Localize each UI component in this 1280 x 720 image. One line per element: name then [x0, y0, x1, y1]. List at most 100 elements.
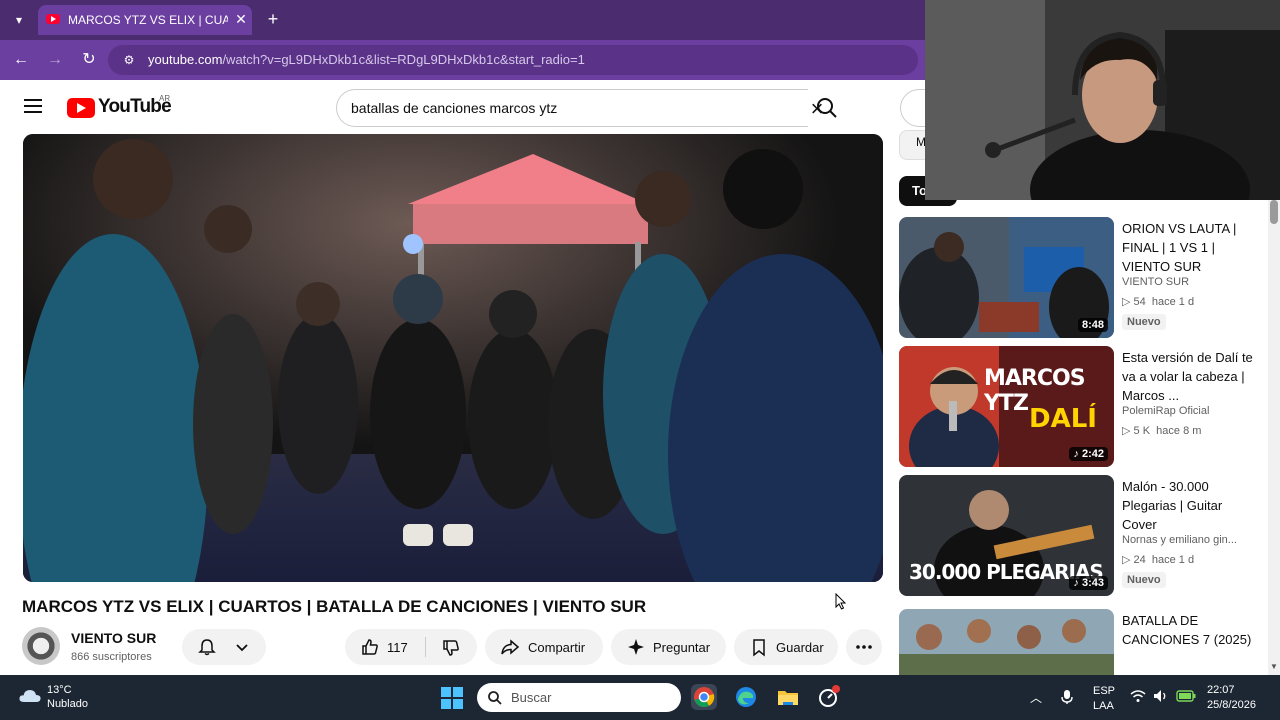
- play-count-icon: ▷: [1122, 425, 1134, 437]
- recommendation-title[interactable]: BATALLA DE CANCIONES 7 (2025): [1122, 611, 1257, 649]
- recommendation-views: 5 K: [1133, 425, 1151, 437]
- bell-icon: [198, 639, 216, 656]
- video-thumbnail[interactable]: [899, 609, 1114, 675]
- youtube-logo-icon[interactable]: [67, 98, 95, 118]
- tab-close-icon[interactable]: ✕: [231, 9, 251, 29]
- language-code[interactable]: ESP: [1093, 685, 1115, 697]
- video-player[interactable]: [23, 134, 883, 582]
- thumbnail-image: [899, 609, 1114, 675]
- like-count[interactable]: 117: [387, 640, 408, 655]
- more-horizontal-icon: [856, 645, 872, 649]
- sparkle-icon: [628, 639, 644, 655]
- channel-name[interactable]: VIENTO SUR: [71, 630, 156, 646]
- new-badge: Nuevo: [1122, 314, 1166, 330]
- video-title: MARCOS YTZ VS ELIX | CUARTOS | BATALLA D…: [22, 597, 647, 616]
- taskbar-search-placeholder: Buscar: [511, 690, 552, 705]
- recommendation-item[interactable]: 8:48 ORION VS LAUTA | FINAL | 1 VS 1 | V…: [897, 217, 1277, 341]
- video-duration: ♪ 2:42: [1069, 447, 1108, 461]
- scrollbar-thumb[interactable]: [1270, 200, 1278, 224]
- like-icon[interactable]: [360, 637, 380, 657]
- edge-taskbar-icon[interactable]: [733, 684, 759, 710]
- recommendations-sidebar: M To 8:48 ORION VS LAUTA | FINAL | 1 VS …: [897, 130, 1280, 675]
- recommendation-title[interactable]: Esta versión de Dalí te va a volar la ca…: [1122, 348, 1257, 405]
- video-thumbnail[interactable]: 8:48: [899, 217, 1114, 338]
- duration-text: 3:43: [1081, 577, 1104, 589]
- channel-avatar[interactable]: [22, 627, 60, 665]
- weather-description[interactable]: Nublado: [47, 698, 88, 710]
- taskbar-search-input[interactable]: Buscar: [477, 683, 681, 712]
- wifi-icon[interactable]: [1130, 689, 1146, 703]
- country-code: AR: [159, 94, 171, 103]
- recommendation-meta: ▷ 24 hace 1 d: [1122, 553, 1194, 566]
- webcam-overlay: [925, 0, 1280, 200]
- file-explorer-taskbar-icon[interactable]: [775, 684, 801, 710]
- recommendation-views: 24: [1133, 554, 1146, 566]
- save-button[interactable]: Guardar: [734, 629, 838, 665]
- recommendation-channel[interactable]: Nornas y emiliano gin...: [1122, 534, 1237, 546]
- share-button[interactable]: Compartir: [485, 629, 603, 665]
- volume-icon[interactable]: [1153, 689, 1169, 703]
- new-tab-button[interactable]: +: [262, 8, 284, 30]
- show-hidden-icons-icon[interactable]: ︿: [1030, 689, 1042, 706]
- keyboard-layout[interactable]: LAA: [1093, 700, 1114, 712]
- forward-button[interactable]: →: [44, 49, 66, 71]
- youtube-header: YouTube AR batallas de canciones marcos …: [0, 80, 925, 134]
- search-icon: [488, 691, 502, 705]
- back-button[interactable]: ←: [10, 49, 32, 71]
- recommendation-channel[interactable]: VIENTO SUR: [1122, 276, 1189, 288]
- search-input[interactable]: batallas de canciones marcos ytz ×: [336, 89, 823, 127]
- windows-start-icon[interactable]: [441, 687, 463, 709]
- tab-title: MARCOS YTZ VS ELIX | CUARTOS: [68, 13, 228, 27]
- ask-label: Preguntar: [653, 640, 711, 655]
- menu-icon[interactable]: [24, 99, 42, 113]
- url-text[interactable]: youtube.com/watch?v=gL9DHxDkb1c&list=RDg…: [148, 52, 585, 67]
- site-info-icon[interactable]: ⚙: [120, 51, 138, 69]
- save-label: Guardar: [776, 640, 824, 655]
- youtube-favicon-icon: [46, 14, 60, 24]
- address-bar[interactable]: ⚙ youtube.com/watch?v=gL9DHxDkb1c&list=R…: [108, 45, 918, 75]
- webcam-feed: [925, 0, 1280, 200]
- recommendation-age: hace 1 d: [1151, 296, 1195, 308]
- app-taskbar-icon[interactable]: [816, 684, 842, 710]
- shorts-icon: ♪: [1073, 448, 1082, 460]
- chevron-down-icon: [236, 644, 248, 652]
- browser-toolbar: ← → ↻ ⚙ youtube.com/watch?v=gL9DHxDkb1c&…: [0, 40, 925, 80]
- sidebar-top-chip[interactable]: M: [899, 130, 927, 160]
- video-duration: 8:48: [1077, 318, 1108, 332]
- recommendation-item[interactable]: 30.000 PLEGARIAS ♪ 3:43 Malón - 30.000 P…: [897, 475, 1277, 599]
- recommendation-title[interactable]: ORION VS LAUTA | FINAL | 1 VS 1 | VIENTO…: [1122, 219, 1257, 276]
- search-button[interactable]: [808, 89, 846, 127]
- mouse-cursor-icon: [835, 593, 847, 610]
- cloud-weather-icon[interactable]: [18, 687, 42, 703]
- scroll-down-arrow-icon[interactable]: ▼: [1268, 661, 1280, 673]
- active-tab[interactable]: MARCOS YTZ VS ELIX | CUARTOS ✕: [38, 5, 252, 35]
- clock-time[interactable]: 22:07: [1207, 684, 1235, 696]
- chrome-taskbar-icon[interactable]: [691, 684, 717, 710]
- recommendation-item[interactable]: BATALLA DE CANCIONES 7 (2025): [897, 609, 1277, 675]
- recommendation-channel[interactable]: PolemiRap Oficial: [1122, 405, 1209, 417]
- video-thumbnail[interactable]: MARCOS YTZ DALÍ ♪ 2:42: [899, 346, 1114, 467]
- recommendation-title[interactable]: Malón - 30.000 Plegarias | Guitar Cover: [1122, 477, 1257, 534]
- tab-search-button[interactable]: ▾: [8, 10, 30, 30]
- windows-taskbar: 13°C Nublado Buscar ︿ ESP LAA 22:07 25/8…: [0, 675, 1280, 720]
- like-dislike-group: 117: [345, 629, 477, 665]
- video-thumbnail[interactable]: 30.000 PLEGARIAS ♪ 3:43: [899, 475, 1114, 596]
- more-actions-button[interactable]: [846, 629, 882, 665]
- clock-date[interactable]: 25/8/2026: [1207, 699, 1256, 711]
- share-icon: [501, 639, 520, 655]
- shorts-icon: ♪: [1073, 577, 1082, 589]
- reload-button[interactable]: ↻: [78, 49, 100, 71]
- voice-search-button[interactable]: [900, 89, 925, 127]
- ask-button[interactable]: Preguntar: [611, 629, 726, 665]
- search-query-text: batallas de canciones marcos ytz: [351, 100, 558, 116]
- recommendation-views: 54: [1133, 296, 1146, 308]
- microphone-icon[interactable]: [1060, 689, 1074, 705]
- edge-icon: [736, 687, 756, 707]
- sidebar-scrollbar[interactable]: [1268, 200, 1280, 675]
- dislike-icon[interactable]: [441, 637, 461, 657]
- battery-icon[interactable]: [1176, 689, 1196, 703]
- recommendation-age: hace 8 m: [1156, 425, 1202, 437]
- weather-temperature[interactable]: 13°C: [47, 684, 72, 696]
- recommendation-item[interactable]: MARCOS YTZ DALÍ ♪ 2:42 Esta versión de D…: [897, 346, 1277, 470]
- subscription-bell-button[interactable]: [182, 629, 266, 665]
